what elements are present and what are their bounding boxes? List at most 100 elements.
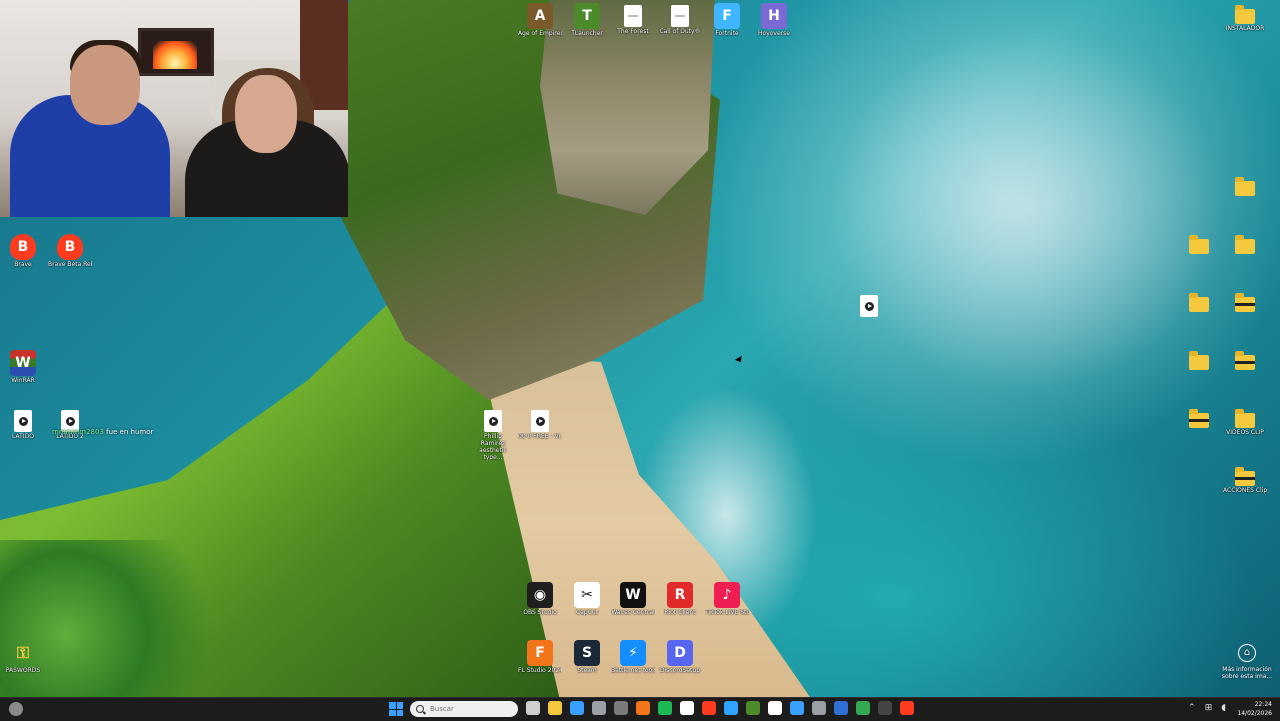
- audio-file-icon: [14, 410, 32, 432]
- fortnite-icon: F: [714, 3, 740, 29]
- start-button[interactable]: [389, 702, 403, 716]
- brave-icon: B: [10, 234, 36, 260]
- search-icon: [416, 705, 424, 713]
- battlenet-shortcut[interactable]: ⚡ Battle.net tools: [611, 640, 655, 674]
- camera-icon: ⌂: [1238, 644, 1256, 662]
- hoyoverse-shortcut[interactable]: H Hoyoverse: [752, 3, 796, 37]
- brave-beta-taskbar-icon[interactable]: [900, 701, 914, 715]
- spotify-icon[interactable]: [658, 701, 672, 715]
- instalador-folder[interactable]: INSTALADOR: [1223, 4, 1267, 32]
- fl-studio-taskbar-icon[interactable]: [636, 701, 650, 715]
- notes-icon[interactable]: [680, 701, 694, 715]
- riot-client-icon: R: [667, 582, 693, 608]
- photoshop-icon[interactable]: [724, 701, 738, 715]
- app-green-icon[interactable]: [746, 701, 760, 715]
- taskbar-search[interactable]: [410, 701, 518, 717]
- folder-icon-6-shortcut[interactable]: [1177, 350, 1221, 371]
- folder-icon-9-shortcut[interactable]: VIDEOS CLIP: [1223, 408, 1267, 436]
- brave-taskbar-icon[interactable]: [702, 701, 716, 715]
- audio-file-icon: [484, 410, 502, 432]
- waves-central-shortcut[interactable]: W Waves Central: [611, 582, 655, 616]
- floating-audio-file[interactable]: [847, 293, 891, 317]
- clock-time: 22:24: [1254, 701, 1272, 708]
- ms-store-icon[interactable]: [570, 701, 584, 715]
- brave-shortcut[interactable]: B Brave: [1, 234, 45, 268]
- learn-about-picture[interactable]: ⌂ Más información sobre esta ima...: [1218, 644, 1276, 680]
- tiktok-live-shortcut[interactable]: ♪TikTok LIVE Studio: [705, 582, 749, 616]
- folder-icon-3-shortcut[interactable]: [1223, 234, 1267, 255]
- taskbar: ⌃ ⊞ ◖ 22:24 14/02/2026: [0, 697, 1280, 721]
- folder-icon-9: [1235, 409, 1255, 428]
- latido-file[interactable]: LATIDO: [1, 408, 45, 440]
- folder-icon-7-shortcut[interactable]: [1223, 350, 1267, 371]
- fortnite-shortcut[interactable]: F Fortnite: [705, 3, 749, 37]
- chrome-icon[interactable]: [856, 701, 870, 715]
- folder-icon-10: [1235, 467, 1255, 486]
- settings-icon[interactable]: [592, 701, 606, 715]
- discord-icon: D: [667, 640, 693, 666]
- battlenet-icon: ⚡: [620, 640, 646, 666]
- capcut-icon: ✂: [574, 582, 600, 608]
- folder-icon-5: [1235, 293, 1255, 312]
- folder-icon-1: [1235, 177, 1255, 196]
- steam-shortcut[interactable]: S Steam: [565, 640, 609, 674]
- folder-icon-8: [1189, 409, 1209, 428]
- widgets-icon[interactable]: [9, 702, 23, 716]
- discord-shortcut[interactable]: D DiscordSetup: [658, 640, 702, 674]
- fl-studio-shortcut[interactable]: F FL Studio 2024: [518, 640, 562, 674]
- app-blue-icon[interactable]: [834, 701, 848, 715]
- call-of-duty-shortcut[interactable]: Call of Duty®: [658, 3, 702, 35]
- task-view-icon[interactable]: [526, 701, 540, 715]
- webcam-fireplace: [138, 28, 214, 76]
- calculator-icon[interactable]: [614, 701, 628, 715]
- chevron-up-icon[interactable]: ⌃: [1188, 703, 1196, 713]
- search-input[interactable]: [430, 705, 510, 713]
- obs-taskbar-icon[interactable]: [878, 701, 892, 715]
- network-icon[interactable]: ⊞: [1205, 703, 1213, 713]
- tiktok-live-icon: ♪: [714, 582, 740, 608]
- folder-icon-2-shortcut[interactable]: [1177, 234, 1221, 255]
- network-app-icon[interactable]: [812, 701, 826, 715]
- capcut-taskbar-icon[interactable]: [768, 701, 782, 715]
- beach-audio-file-1[interactable]: Phillip Ramirez aesthetic type...: [471, 408, 515, 461]
- folder-icon-10-shortcut[interactable]: ACCIONES Clips: [1223, 466, 1267, 494]
- audio-file-icon: [531, 410, 549, 432]
- brave-beta-shortcut[interactable]: B Brave Beta Rebrand: [48, 234, 92, 268]
- folder-icon-7: [1235, 351, 1255, 370]
- winrar-shortcut[interactable]: W WinRAR: [1, 350, 45, 384]
- folder-icon-4: [1189, 293, 1209, 312]
- volume-icon[interactable]: ◖: [1221, 703, 1226, 713]
- riot-client-shortcut[interactable]: R Riot Client: [658, 582, 702, 616]
- steam-icon: S: [574, 640, 600, 666]
- obs-studio-shortcut[interactable]: ◉ OBS Studio: [518, 582, 562, 616]
- tlauncher-shortcut[interactable]: T TLauncher: [565, 3, 609, 37]
- fl-studio-icon: F: [527, 640, 553, 666]
- file-explorer-icon[interactable]: [548, 701, 562, 715]
- webcam-person-right-head: [235, 75, 297, 153]
- folder-icon-5-shortcut[interactable]: [1223, 292, 1267, 313]
- system-tray: ⌃ ⊞ ◖: [1188, 703, 1226, 713]
- folder-icon-1-shortcut[interactable]: [1223, 176, 1267, 197]
- taskbar-clock[interactable]: 22:24 14/02/2026: [1234, 700, 1272, 718]
- winrar-icon: W: [10, 350, 36, 376]
- key-icon: ⚿: [16, 643, 30, 662]
- folder-icon-6: [1189, 351, 1209, 370]
- chat-text: fue en humor: [106, 428, 154, 436]
- capcut-shortcut[interactable]: ✂ CapCut: [565, 582, 609, 616]
- beach-audio-file-2[interactable]: 00 0 FREE - Vi...: [518, 408, 562, 440]
- folder-icon-4-shortcut[interactable]: [1177, 292, 1221, 313]
- clock-date: 14/02/2026: [1237, 710, 1272, 717]
- call-of-duty-icon: [671, 5, 689, 27]
- folder-icon-3: [1235, 235, 1255, 254]
- age-of-empires-icon: A: [527, 3, 553, 29]
- folder-icon-8-shortcut[interactable]: [1177, 408, 1221, 429]
- chat-overlay-message: mmmmm2803 fue en humor: [52, 428, 153, 436]
- obs-studio-icon: ◉: [527, 582, 553, 608]
- the-forest-shortcut[interactable]: The Forest: [611, 3, 655, 35]
- paswords-file[interactable]: ⚿ PASWORDS: [1, 640, 45, 674]
- age-of-empires-shortcut[interactable]: AAge of Empires II: [518, 3, 562, 37]
- folder-icon: [1235, 5, 1255, 24]
- mail-icon[interactable]: [790, 701, 804, 715]
- tlauncher-icon: T: [574, 3, 600, 29]
- the-forest-icon: [624, 5, 642, 27]
